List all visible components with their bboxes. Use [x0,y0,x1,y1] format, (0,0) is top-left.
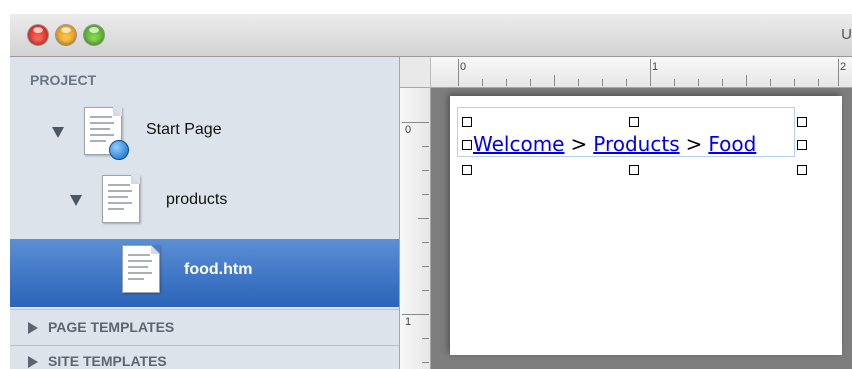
resize-handle[interactable] [629,117,639,127]
disclosure-expanded-icon[interactable] [70,195,82,206]
document-icon [102,175,140,223]
tree-item-label: food.htm [184,261,253,278]
horizontal-ruler: 0 1 2 [400,57,852,88]
breadcrumb-link-products[interactable]: Products [593,132,679,156]
breadcrumb: Welcome > Products > Food [473,132,756,156]
disclosure-collapsed-icon [28,322,38,335]
ruler-corner [400,57,431,88]
resize-handle[interactable] [462,117,472,127]
zoom-window-button[interactable] [84,25,104,45]
section-label: PAGE TEMPLATES [48,319,175,335]
tree-item-products[interactable]: products [10,171,399,239]
project-sidebar: PROJECT Start Page products food.htm PAG… [10,57,400,369]
section-label: SITE TEMPLATES [48,353,167,369]
tree-item-start-page[interactable]: Start Page [10,97,399,165]
minimize-window-button[interactable] [56,25,76,45]
resize-handle[interactable] [797,140,807,150]
ruler-label: 1 [652,61,659,73]
close-window-button[interactable] [28,25,48,45]
breadcrumb-separator: > [685,132,703,156]
resize-handle[interactable] [797,117,807,127]
resize-handle[interactable] [629,165,639,175]
section-page-templates[interactable]: PAGE TEMPLATES [28,319,174,335]
resize-handle[interactable] [797,165,807,175]
document-icon [122,245,160,293]
window-title: U [841,26,852,43]
vertical-ruler: 0 1 [400,88,431,369]
title-bar[interactable]: U [10,14,852,57]
disclosure-collapsed-icon [28,356,38,369]
ruler-label: 1 [405,316,412,328]
globe-icon [109,140,129,160]
resize-handle[interactable] [462,140,472,150]
ruler-label: 0 [405,124,412,136]
breadcrumb-link-food[interactable]: Food [708,132,756,156]
ruler-label: 0 [460,61,467,73]
tree-item-label: products [166,191,228,208]
ruler-label: 2 [840,61,847,73]
divider [10,345,399,346]
tree-item-label: Start Page [146,121,222,138]
tree-item-food[interactable]: food.htm [10,239,399,307]
breadcrumb-separator: > [570,132,588,156]
divider [10,309,399,310]
resize-handle[interactable] [462,165,472,175]
disclosure-expanded-icon[interactable] [52,127,64,138]
project-header: PROJECT [30,72,97,88]
breadcrumb-link-welcome[interactable]: Welcome [473,132,564,156]
section-site-templates[interactable]: SITE TEMPLATES [28,353,167,369]
document-globe-icon [84,107,129,160]
